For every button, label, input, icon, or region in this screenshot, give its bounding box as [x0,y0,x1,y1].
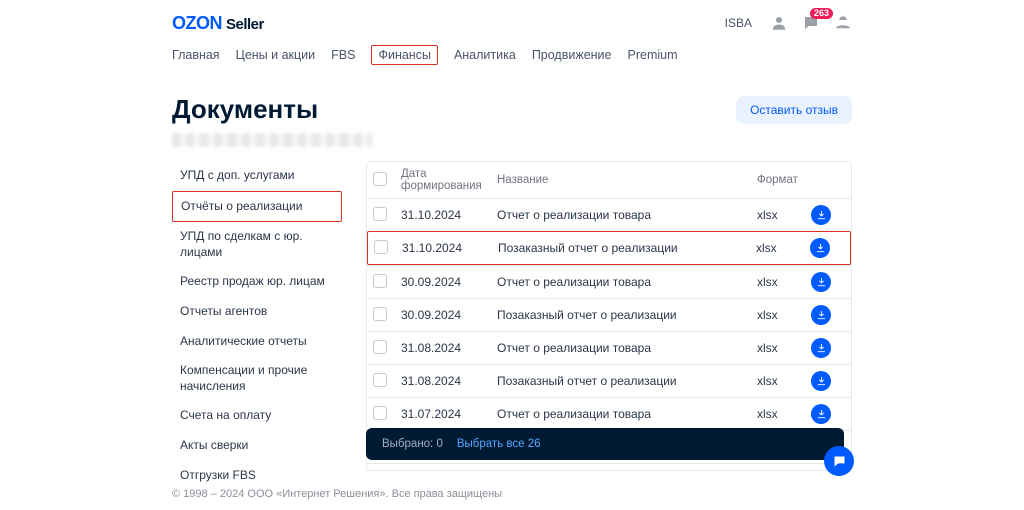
cell-date: 31.08.2024 [401,374,491,388]
cell-name: Отчет о реализации товара [497,208,751,222]
sidebar-item-6[interactable]: Компенсации и прочие начисления [172,356,342,401]
table-header-row: Дата формирования Название Формат [367,161,851,198]
cell-format: xlsx [757,341,805,355]
nav-item-1[interactable]: Цены и акции [236,44,316,66]
row-checkbox[interactable] [373,207,387,221]
header-right: ISBA 263 [725,14,852,32]
sidebar-item-2[interactable]: УПД по сделкам с юр. лицами [172,222,342,267]
nav-item-3[interactable]: Финансы [371,45,437,65]
download-icon[interactable] [811,205,831,225]
selection-count: Выбрано: 0 [382,438,443,450]
sidebar-item-3[interactable]: Реестр продаж юр. лицам [172,267,342,297]
download-icon[interactable] [811,338,831,358]
nav-item-2[interactable]: FBS [331,44,355,66]
sidebar-item-0[interactable]: УПД с доп. услугами [172,161,342,191]
cell-date: 31.10.2024 [402,241,492,255]
chat-fab[interactable] [824,446,854,476]
cell-format: xlsx [757,308,805,322]
table-row: 30.06.2024Отчет о реализации товараxlsx [367,463,851,471]
page-title: Документы [172,94,318,125]
row-checkbox[interactable] [374,240,388,254]
main-nav: Главная Цены и акции FBS Финансы Аналитика Пр… [172,40,852,70]
profile-icon[interactable] [770,14,788,32]
cell-date: 31.07.2024 [401,407,491,421]
cell-name: Отчет о реализации товара [497,407,751,421]
cell-date: 31.10.2024 [401,208,491,222]
header: OZON Seller ISBA 263 [172,0,852,40]
cell-name: Позаказный отчет о реализации [498,241,750,255]
table-row: 31.08.2024 Позаказный отчет о реализации x… [367,364,851,397]
table-row: 31.10.2024 Отчет о реализации товара xlsx [367,198,851,231]
selection-bar: Выбрано: 0 Выбрать все 26 [366,428,844,460]
sidebar-item-7[interactable]: Счета на оплату [172,401,342,431]
cell-date: 30.09.2024 [401,275,491,289]
table-row: 31.10.2024 Позаказный отчет о реализации x… [367,231,851,265]
title-bar: Документы Оставить отзыв [172,94,852,125]
cell-date: 31.08.2024 [401,341,491,355]
table-row: 31.07.2024 Отчет о реализации товара xlsx [367,397,851,430]
select-all-checkbox[interactable] [373,172,387,186]
download-icon[interactable] [811,371,831,391]
sidebar-item-9[interactable]: Отгрузки FBS [172,461,342,491]
row-checkbox[interactable] [373,274,387,288]
nav-item-4[interactable]: Аналитика [454,44,516,66]
leave-review-button[interactable]: Оставить отзыв [736,96,852,124]
cell-format: xlsx [757,374,805,388]
logo-primary: OZON [172,13,222,34]
table-row: 31.08.2024 Отчет о реализации товара xlsx [367,331,851,364]
table-row: 30.09.2024 Отчет о реализации товара xlsx [367,265,851,298]
download-icon[interactable] [811,305,831,325]
user-menu[interactable]: ISBA [725,16,756,30]
notif-badge: 263 [810,8,833,19]
cell-name: Отчет о реализации товара [497,341,751,355]
documents-table: Дата формирования Название Формат 31.10.… [366,161,852,471]
cell-format: xlsx [756,241,804,255]
col-date: Дата формирования [401,168,491,192]
cell-name: Позаказный отчет о реализации [497,308,751,322]
row-checkbox[interactable] [373,373,387,387]
sidebar-item-8[interactable]: Акты сверки [172,431,342,461]
chat-icon[interactable]: 263 [802,14,820,32]
download-icon[interactable] [810,238,830,258]
redacted-subtitle [172,133,372,147]
nav-item-6[interactable]: Premium [628,44,678,66]
select-all-link[interactable]: Выбрать все 26 [457,438,541,450]
row-checkbox[interactable] [373,307,387,321]
main-panel: Дата формирования Название Формат 31.10.… [366,161,852,490]
sidebar-item-1[interactable]: Отчёты о реализации [172,191,342,223]
footer-copyright: © 1998 – 2024 ООО «Интернет Решения». Вс… [172,488,502,500]
cell-format: xlsx [757,407,805,421]
cell-format: xlsx [757,275,805,289]
col-name: Название [497,174,751,186]
logo-secondary: Seller [226,16,264,33]
download-icon[interactable] [811,272,831,292]
cell-date: 30.09.2024 [401,308,491,322]
cell-name: Позаказный отчет о реализации [497,374,751,388]
sidebar-item-4[interactable]: Отчеты агентов [172,297,342,327]
sidebar: УПД с доп. услугамиОтчёты о реализацииУП… [172,161,342,490]
cell-format: xlsx [757,208,805,222]
sidebar-item-5[interactable]: Аналитические отчеты [172,327,342,357]
row-checkbox[interactable] [373,340,387,354]
nav-item-5[interactable]: Продвижение [532,44,612,66]
download-icon[interactable] [811,404,831,424]
nav-item-0[interactable]: Главная [172,44,220,66]
help-icon[interactable] [834,14,852,32]
row-checkbox[interactable] [373,406,387,420]
cell-name: Отчет о реализации товара [497,275,751,289]
col-format: Формат [757,174,805,186]
table-row: 30.09.2024 Позаказный отчет о реализации x… [367,298,851,331]
user-name: ISBA [725,16,752,30]
logo[interactable]: OZON Seller [172,13,264,34]
